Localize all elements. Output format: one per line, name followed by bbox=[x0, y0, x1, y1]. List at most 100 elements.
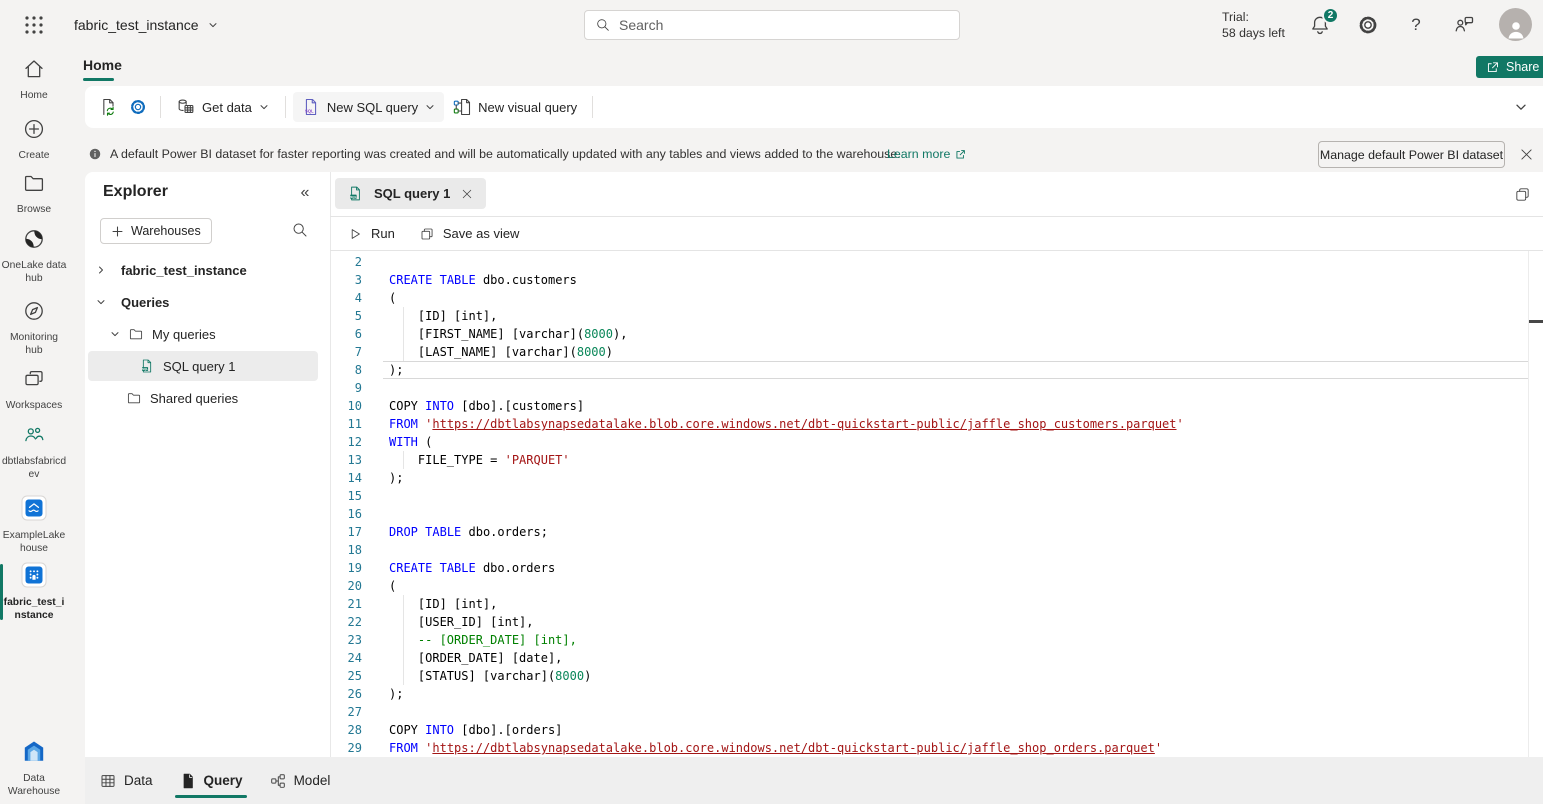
line-code: ); bbox=[389, 361, 403, 379]
rail-item-monitoring-hub[interactable]: Monitoring hub bbox=[0, 299, 68, 357]
footer-tab-model[interactable]: Model bbox=[265, 761, 335, 801]
line-number: 26 bbox=[331, 685, 362, 703]
active-tab-underline bbox=[175, 795, 247, 798]
new-sql-query-button[interactable]: SQL New SQL query bbox=[293, 92, 444, 122]
editor-line-22: 22 [USER_ID] [int], bbox=[331, 613, 1529, 631]
editor-line-11: 11FROM 'https://dbtlabsynapsedatalake.bl… bbox=[331, 415, 1529, 433]
indent-guide bbox=[403, 613, 404, 631]
rail-item-label: ExampleLakehouse bbox=[0, 530, 68, 555]
rail-item-browse[interactable]: Browse bbox=[0, 171, 68, 217]
rail-item-label: Browse bbox=[0, 204, 68, 217]
manage-default-dataset-button[interactable]: Manage default Power BI dataset bbox=[1318, 141, 1505, 168]
editor-line-8: 8); bbox=[331, 361, 1529, 379]
sql-document-icon: SQL bbox=[347, 185, 364, 202]
indent-guide bbox=[403, 343, 404, 361]
line-number: 2 bbox=[331, 253, 362, 271]
warehouse-settings-button[interactable] bbox=[123, 92, 153, 122]
tree-item-warehouse[interactable]: fabric_test_instance bbox=[88, 255, 318, 285]
workspace-switcher[interactable]: fabric_test_instance bbox=[74, 0, 219, 50]
footer-tab-data[interactable]: Data bbox=[95, 761, 157, 801]
lakehouse-tile-icon bbox=[21, 495, 47, 521]
app-launcher-icon[interactable] bbox=[22, 13, 46, 37]
line-number: 21 bbox=[331, 595, 362, 613]
line-number: 23 bbox=[331, 631, 362, 649]
indent-guide bbox=[403, 325, 404, 343]
tree-item-queries[interactable]: Queries bbox=[88, 287, 318, 317]
banner-close-icon[interactable] bbox=[1518, 146, 1535, 163]
data-warehouse-icon bbox=[21, 738, 47, 764]
rail-item-create[interactable]: Create bbox=[0, 117, 68, 163]
copy-icon[interactable] bbox=[1514, 186, 1531, 203]
settings-gear-icon[interactable] bbox=[1356, 13, 1380, 37]
chevron-down-icon bbox=[109, 328, 121, 340]
feedback-icon[interactable] bbox=[1452, 13, 1476, 37]
indent-guide bbox=[403, 595, 404, 613]
sql-code-editor[interactable]: 23CREATE TABLE dbo.customers4(5 [ID] [in… bbox=[331, 251, 1543, 757]
footer-tab-label: Model bbox=[294, 773, 331, 788]
line-code: CREATE TABLE dbo.orders bbox=[389, 559, 555, 577]
line-code: -- [ORDER_DATE] [int], bbox=[389, 631, 577, 649]
get-data-button[interactable]: Get data bbox=[168, 92, 278, 122]
indent-guide bbox=[403, 631, 404, 649]
rail-item-dbtlabsfabricdev[interactable]: dbtlabsfabricdev bbox=[0, 423, 68, 481]
account-avatar[interactable] bbox=[1499, 8, 1532, 41]
ribbon-toolbar: Get data SQL New SQL query New visual qu… bbox=[85, 86, 1543, 128]
line-number: 16 bbox=[331, 505, 362, 523]
tab-home[interactable]: Home bbox=[83, 50, 122, 80]
rail-item-workspaces[interactable]: Workspaces bbox=[0, 367, 68, 413]
home-icon bbox=[22, 57, 46, 81]
explorer-search-icon[interactable] bbox=[291, 221, 309, 239]
toolbar-separator bbox=[160, 96, 161, 118]
editor-line-17: 17DROP TABLE dbo.orders; bbox=[331, 523, 1529, 541]
editor-line-25: 25 [STATUS] [varchar](8000) bbox=[331, 667, 1529, 685]
editor-line-26: 26); bbox=[331, 685, 1529, 703]
indent-guide bbox=[403, 307, 404, 325]
rail-item-data-warehouse[interactable]: Data Warehouse bbox=[0, 738, 68, 798]
close-icon[interactable] bbox=[460, 187, 474, 201]
line-code: COPY INTO [dbo].[orders] bbox=[389, 721, 562, 739]
line-code: COPY INTO [dbo].[customers] bbox=[389, 397, 584, 415]
tree-item-my-queries[interactable]: My queries bbox=[88, 319, 318, 349]
monitoring-icon bbox=[22, 299, 46, 323]
model-icon bbox=[269, 772, 287, 790]
fabric-app-window: fabric_test_instance Trial: 58 days left… bbox=[0, 0, 1543, 804]
new-visual-query-button[interactable]: New visual query bbox=[444, 92, 585, 122]
line-number: 29 bbox=[331, 739, 362, 757]
query-tab[interactable]: SQL SQL query 1 bbox=[335, 178, 486, 209]
rail-item-onelake-data-hub[interactable]: OneLake data hub bbox=[0, 227, 68, 285]
rail-item-label: Data Warehouse bbox=[0, 773, 68, 798]
footer-tab-query[interactable]: Query bbox=[175, 761, 247, 801]
search-input[interactable] bbox=[619, 17, 949, 33]
ribbon-collapse-chevron-icon[interactable] bbox=[1513, 99, 1529, 115]
line-code: CREATE TABLE dbo.customers bbox=[389, 271, 577, 289]
line-number: 11 bbox=[331, 415, 362, 433]
rail-item-label: Home bbox=[0, 90, 68, 103]
refresh-dataset-button[interactable] bbox=[93, 92, 123, 122]
editor-scrollbar[interactable] bbox=[1528, 251, 1529, 757]
sql-document-icon: SQL bbox=[301, 97, 321, 117]
default-dataset-banner-message: A default Power BI dataset for faster re… bbox=[110, 140, 901, 168]
rail-item-home[interactable]: Home bbox=[0, 57, 68, 103]
line-number: 18 bbox=[331, 541, 362, 559]
tree-item-sql-query-1[interactable]: SQL SQL query 1 bbox=[88, 351, 318, 381]
learn-more-link[interactable]: Learn more bbox=[887, 140, 967, 168]
query-doc-icon bbox=[179, 772, 197, 790]
share-button[interactable]: Share bbox=[1476, 56, 1543, 78]
editor-line-6: 6 [FIRST_NAME] [varchar](8000), bbox=[331, 325, 1529, 343]
editor-line-21: 21 [ID] [int], bbox=[331, 595, 1529, 613]
current-line-highlight bbox=[383, 361, 1529, 379]
line-number: 28 bbox=[331, 721, 362, 739]
line-number: 15 bbox=[331, 487, 362, 505]
run-button[interactable]: Run bbox=[347, 226, 395, 242]
tree-item-shared-queries[interactable]: Shared queries bbox=[88, 383, 318, 413]
new-warehouse-button[interactable]: Warehouses bbox=[100, 218, 212, 244]
editor-line-10: 10COPY INTO [dbo].[customers] bbox=[331, 397, 1529, 415]
explorer-collapse-icon[interactable]: « bbox=[295, 183, 315, 203]
line-number: 25 bbox=[331, 667, 362, 685]
save-as-view-button[interactable]: Save as view bbox=[419, 226, 520, 242]
rail-item-fabric-test-instance[interactable]: fabric_test_instance bbox=[0, 562, 68, 622]
chevron-right-icon bbox=[95, 264, 107, 276]
editor-line-29: 29FROM 'https://dbtlabsynapsedatalake.bl… bbox=[331, 739, 1529, 757]
help-icon[interactable]: ? bbox=[1404, 13, 1428, 37]
rail-item-examplelakehouse[interactable]: ExampleLakehouse bbox=[0, 495, 68, 555]
